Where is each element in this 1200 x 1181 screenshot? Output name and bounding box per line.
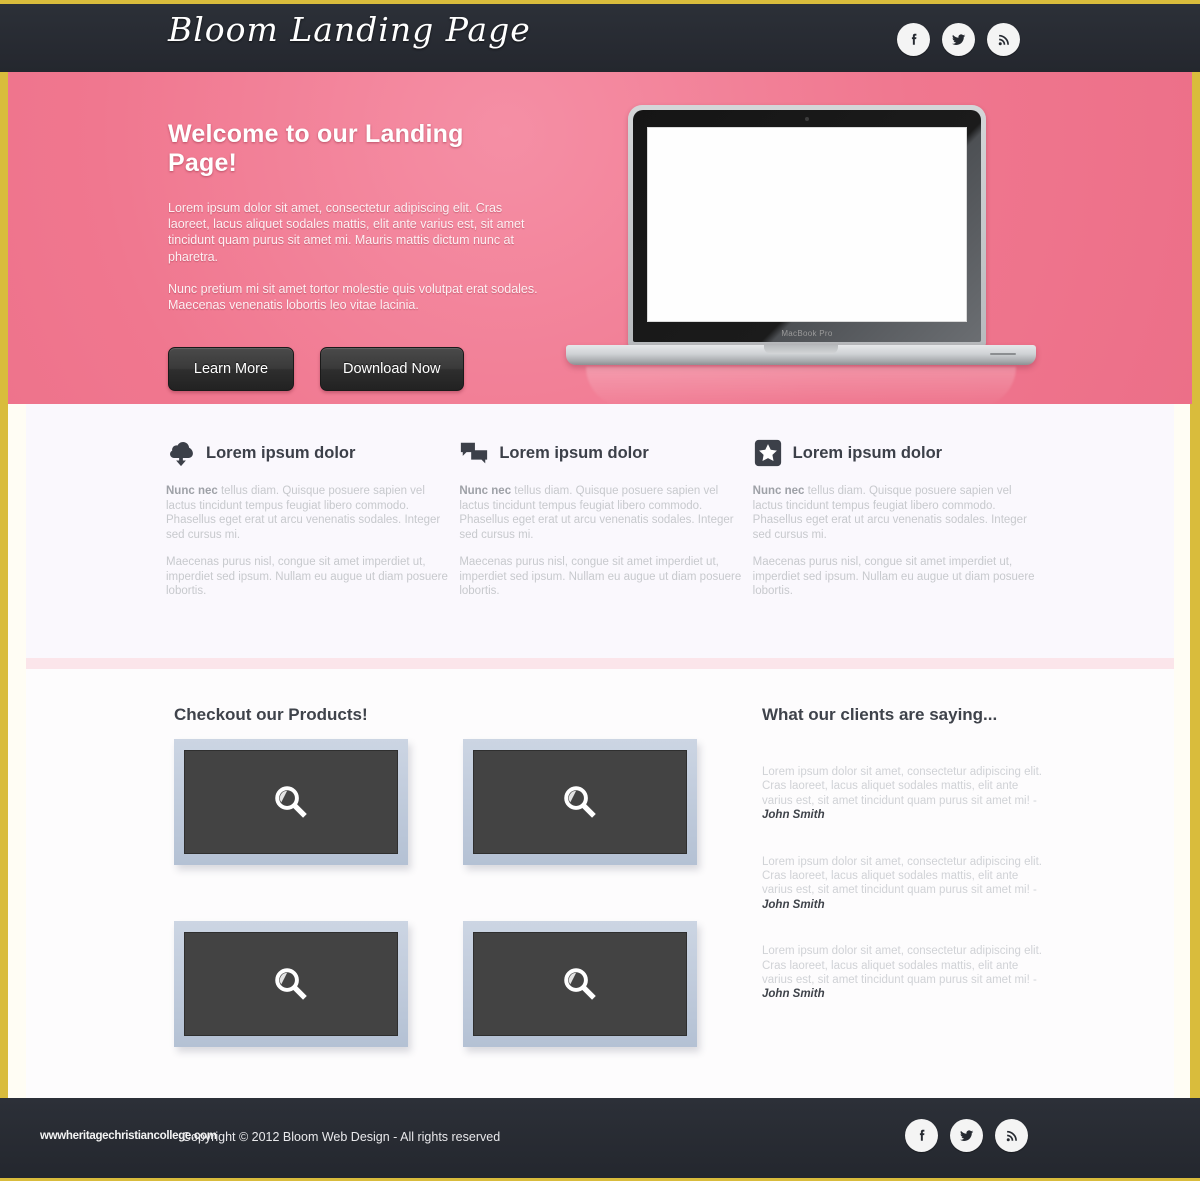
product-thumbnail-3[interactable] [174, 921, 408, 1047]
site-brand-title: Bloom Landing Page [168, 10, 531, 49]
site-header: Bloom Landing Page [0, 0, 1200, 72]
hero-section: Welcome to our Landing Page! Lorem ipsum… [8, 72, 1192, 404]
hero-title: Welcome to our Landing Page! [168, 120, 464, 177]
footer-social-links [905, 1119, 1028, 1152]
feature-column-3: Lorem ipsum dolor Nunc nec tellus diam. … [753, 438, 1044, 612]
products-testimonials-section: Checkout our Products! What our clients … [26, 669, 1174, 1098]
product-preview [184, 932, 398, 1036]
feature-lead: Nunc nec [166, 485, 218, 497]
feature-paragraph-2: Maecenas purus nisl, congue sit amet imp… [166, 556, 448, 597]
testimonial-item: Lorem ipsum dolor sit amet, consectetur … [762, 944, 1042, 1002]
feature-paragraph-1: Nunc nec tellus diam. Quisque posuere sa… [166, 484, 457, 542]
facebook-icon[interactable] [905, 1119, 938, 1152]
features-grid: Lorem ipsum dolor Nunc nec tellus diam. … [166, 438, 1046, 612]
product-preview [473, 750, 687, 854]
laptop-bezel: MacBook Pro [633, 110, 981, 342]
section-divider [26, 658, 1174, 669]
learn-more-button[interactable]: Learn More [168, 347, 294, 392]
feature-title: Lorem ipsum dolor [206, 443, 356, 462]
cloud-download-icon [166, 438, 196, 468]
testimonial-quote: Lorem ipsum dolor sit amet, consectetur … [762, 945, 1042, 987]
testimonial-item: Lorem ipsum dolor sit amet, consectetur … [762, 855, 1042, 913]
product-thumbnail-2[interactable] [463, 739, 697, 865]
facebook-icon[interactable] [897, 23, 930, 56]
feature-title: Lorem ipsum dolor [499, 443, 649, 462]
rss-icon[interactable] [995, 1119, 1028, 1152]
product-preview [473, 932, 687, 1036]
laptop-base [566, 345, 1036, 365]
hero-paragraph-1: Lorem ipsum dolor sit amet, consectetur … [168, 201, 525, 264]
product-grid [174, 739, 714, 1047]
testimonial-item: Lorem ipsum dolor sit amet, consectetur … [762, 765, 1042, 823]
testimonial-author: John Smith [762, 898, 825, 911]
laptop-screen [647, 127, 967, 322]
laptop-disc-slot [990, 353, 1016, 355]
testimonial-quote: Lorem ipsum dolor sit amet, consectetur … [762, 855, 1042, 897]
magnifier-icon [564, 968, 596, 1000]
feature-paragraph-2: Maecenas purus nisl, congue sit amet imp… [459, 556, 742, 597]
macbook-illustration: MacBook Pro [566, 105, 1036, 404]
landing-page: Bloom Landing Page Welcome to our Landin… [0, 0, 1200, 1181]
product-thumbnail-4[interactable] [463, 921, 697, 1047]
feature-header: Lorem ipsum dolor [166, 438, 457, 468]
testimonial-list: Lorem ipsum dolor sit amet, consectetur … [762, 765, 1042, 1034]
feature-lead: Nunc nec [459, 485, 512, 497]
download-now-button[interactable]: Download Now [320, 347, 464, 392]
feature-title: Lorem ipsum dolor [792, 443, 943, 462]
star-badge-icon [753, 438, 783, 468]
laptop-reflection [586, 367, 1016, 404]
hero-cta-group: Learn More Download Now [168, 347, 538, 392]
laptop-brand-label: MacBook Pro [781, 329, 833, 338]
feature-paragraph-1: Nunc nec tellus diam. Quisque posuere sa… [753, 484, 1044, 542]
feature-paragraph-2: Maecenas purus nisl, congue sit amet imp… [752, 556, 1035, 597]
feature-header: Lorem ipsum dolor [459, 438, 750, 468]
feature-column-2: Lorem ipsum dolor Nunc nec tellus diam. … [459, 438, 750, 612]
copyright-text: Copyright © 2012 Bloom Web Design - All … [182, 1130, 501, 1144]
magnifier-icon [564, 786, 596, 818]
products-heading: Checkout our Products! [174, 705, 368, 724]
webcam-icon [805, 117, 809, 121]
product-preview [184, 750, 398, 854]
testimonials-heading: What our clients are saying... [762, 705, 998, 724]
product-thumbnail-1[interactable] [174, 739, 408, 865]
testimonial-author: John Smith [762, 988, 825, 1001]
magnifier-icon [275, 968, 307, 1000]
twitter-icon[interactable] [942, 23, 975, 56]
chat-bubbles-icon [459, 438, 489, 468]
laptop-notch [764, 345, 838, 354]
header-social-links [897, 23, 1020, 56]
testimonial-author: John Smith [762, 809, 825, 822]
feature-lead: Nunc nec [752, 485, 805, 497]
features-section: Lorem ipsum dolor Nunc nec tellus diam. … [26, 404, 1174, 658]
rss-icon[interactable] [987, 23, 1020, 56]
testimonial-quote: Lorem ipsum dolor sit amet, consectetur … [762, 766, 1042, 807]
feature-header: Lorem ipsum dolor [753, 438, 1044, 468]
hero-paragraph-2: Nunc pretium mi sit amet tortor molestie… [168, 281, 538, 313]
magnifier-icon [275, 786, 307, 818]
laptop-lid: MacBook Pro [628, 105, 986, 347]
hero-copy: Welcome to our Landing Page! Lorem ipsum… [168, 120, 538, 392]
twitter-icon[interactable] [950, 1119, 983, 1152]
feature-column-1: Lorem ipsum dolor Nunc nec tellus diam. … [166, 438, 457, 612]
feature-paragraph-1: Nunc nec tellus diam. Quisque posuere sa… [459, 484, 750, 542]
